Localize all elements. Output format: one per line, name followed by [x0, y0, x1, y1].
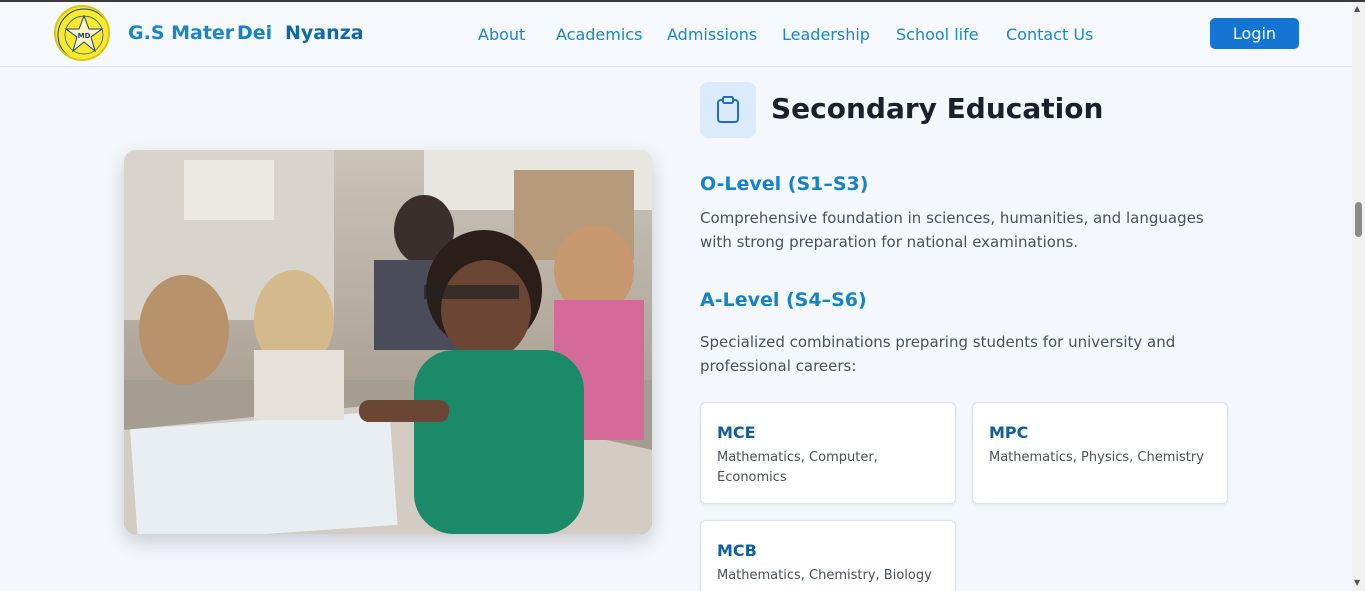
- olevel-title: O-Level (S1–S3): [700, 173, 869, 195]
- combination-card-mpc: MPC Mathematics, Physics, Chemistry: [972, 402, 1228, 504]
- combination-subjects: Mathematics, Physics, Chemistry: [989, 450, 1204, 465]
- combination-code: MCB: [717, 541, 757, 560]
- scroll-down-arrow-icon[interactable]: ▼: [1354, 578, 1360, 587]
- combination-card-mcb: MCB Mathematics, Chemistry, Biology: [700, 520, 956, 591]
- brand-name-1[interactable]: G.S Mater: [128, 22, 234, 44]
- combination-code: MPC: [989, 423, 1029, 442]
- nav-about[interactable]: About: [478, 25, 525, 44]
- section-title: Secondary Education: [771, 92, 1104, 125]
- nav-academics[interactable]: Academics: [556, 25, 642, 44]
- svg-text:MD: MD: [78, 32, 91, 40]
- nav-leadership[interactable]: Leadership: [782, 25, 870, 44]
- olevel-description: Comprehensive foundation in sciences, hu…: [700, 209, 1204, 251]
- nav-admissions[interactable]: Admissions: [667, 25, 757, 44]
- combination-subjects: Mathematics, Computer, Economics: [717, 450, 878, 485]
- school-crest-icon[interactable]: MD: [54, 5, 110, 61]
- scroll-up-arrow-icon[interactable]: ▲: [1354, 4, 1360, 13]
- scrollbar-thumb[interactable]: [1355, 202, 1362, 237]
- nav-school-life[interactable]: School life: [896, 25, 979, 44]
- nav-contact-us[interactable]: Contact Us: [1006, 25, 1093, 44]
- combination-subjects: Mathematics, Chemistry, Biology: [717, 568, 932, 583]
- alevel-title: A-Level (S4–S6): [700, 289, 867, 311]
- login-button[interactable]: Login: [1210, 18, 1299, 49]
- page-scrollbar[interactable]: ▲ ▼: [1352, 2, 1365, 591]
- clipboard-icon: [700, 82, 756, 138]
- combination-code: MCE: [717, 423, 756, 442]
- site-header: MD G.S Mater Dei Nyanza About Academics …: [0, 2, 1352, 67]
- brand-name-3[interactable]: Nyanza: [285, 22, 364, 44]
- brand-name-2[interactable]: Dei: [237, 22, 272, 44]
- classroom-photo: [124, 150, 652, 534]
- alevel-description: Specialized combinations preparing stude…: [700, 333, 1176, 375]
- combination-card-mce: MCE Mathematics, Computer, Economics: [700, 402, 956, 504]
